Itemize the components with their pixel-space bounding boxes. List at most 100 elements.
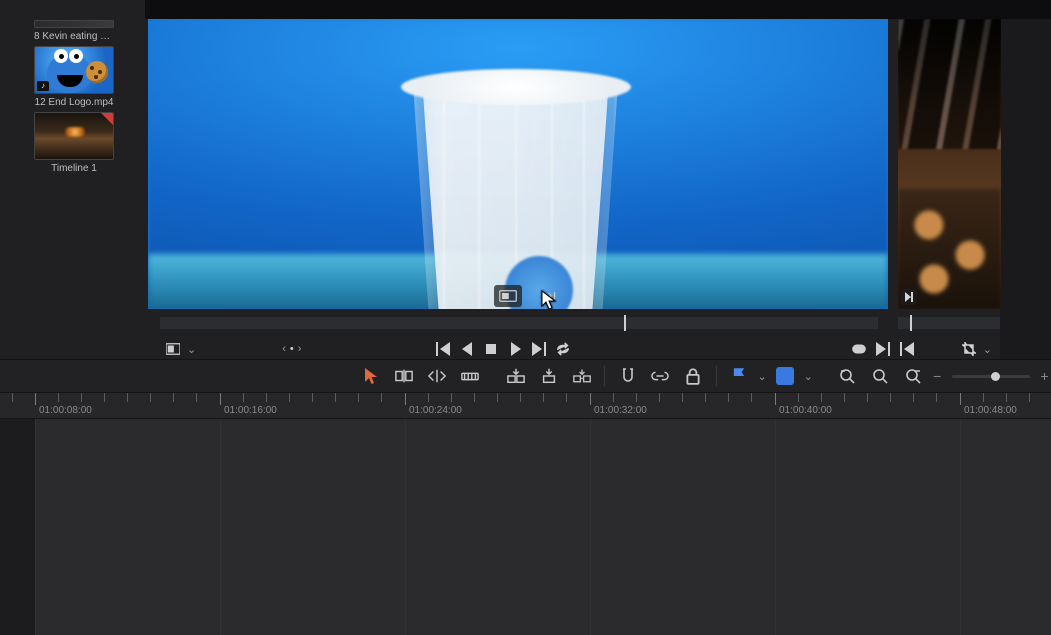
blade-tool-button[interactable] — [459, 364, 482, 388]
chevron-down-icon[interactable]: ⌄ — [983, 343, 992, 356]
zoom-slider[interactable] — [952, 375, 1030, 378]
ruler-tick — [35, 393, 36, 405]
selection-tool-button[interactable] — [360, 364, 383, 388]
playhead-marker[interactable] — [624, 315, 626, 331]
clip-color-button[interactable] — [774, 364, 797, 388]
media-clip[interactable]: 8 Kevin eating coo... — [34, 20, 114, 42]
ruler-minor-tick — [520, 393, 521, 402]
timeline-badge-icon — [101, 113, 113, 125]
ruler-tick — [590, 393, 591, 405]
ruler-tick — [405, 393, 406, 405]
ruler-minor-tick — [12, 393, 13, 402]
timecode-label: 01:00:48:00 — [964, 405, 1017, 416]
ruler-minor-tick — [798, 393, 799, 402]
ruler-minor-tick — [613, 393, 614, 402]
next-clip-button[interactable] — [874, 340, 892, 358]
timeline-scrubber[interactable] — [898, 317, 1000, 329]
source-viewer[interactable] — [148, 19, 888, 309]
timecode-label: 01:00:40:00 — [779, 405, 832, 416]
viewer-mode-button[interactable] — [164, 340, 182, 358]
ruler-minor-tick — [451, 393, 452, 402]
chevron-right-icon[interactable]: › — [298, 343, 302, 355]
jump-last-button[interactable] — [530, 340, 548, 358]
timecode-label: 01:00:16:00 — [224, 405, 277, 416]
ruler-minor-tick — [358, 393, 359, 402]
ruler-minor-tick — [381, 393, 382, 402]
ruler-minor-tick — [335, 393, 336, 402]
clip-label: Timeline 1 — [34, 163, 114, 174]
ruler-minor-tick — [81, 393, 82, 402]
media-pool: 8 Kevin eating coo... ♪ 12 End Logo.mp4 … — [0, 0, 145, 360]
clip-label: 12 End Logo.mp4 — [34, 97, 114, 108]
ruler-minor-tick — [636, 393, 637, 402]
ruler-minor-tick — [983, 393, 984, 402]
viewer-link-button[interactable] — [850, 340, 868, 358]
ruler-minor-tick — [682, 393, 683, 402]
timeline-tracks[interactable] — [0, 419, 1051, 635]
title-bar — [0, 0, 1051, 19]
crop-mode-button[interactable] — [960, 340, 978, 358]
ruler-minor-tick — [243, 393, 244, 402]
chevron-down-icon[interactable]: ⌄ — [187, 343, 196, 356]
ruler-minor-tick — [474, 393, 475, 402]
find-prev-button[interactable] — [837, 364, 860, 388]
chevron-left-icon[interactable]: ‹ — [282, 343, 286, 355]
ruler-minor-tick — [936, 393, 937, 402]
ruler-minor-tick — [844, 393, 845, 402]
prev-clip-button[interactable] — [898, 340, 916, 358]
insert-clip-button[interactable] — [505, 364, 528, 388]
jump-first-button[interactable] — [434, 340, 452, 358]
match-frame-button[interactable] — [494, 285, 522, 307]
flag-button[interactable] — [728, 364, 751, 388]
dynamic-trim-button[interactable] — [426, 364, 449, 388]
separator — [716, 366, 717, 386]
zoom-out-button[interactable]: − — [930, 368, 943, 384]
ruler-minor-tick — [751, 393, 752, 402]
zoom-in-button[interactable]: + — [1038, 368, 1051, 384]
ruler-minor-tick — [428, 393, 429, 402]
prev-frame-button[interactable] — [458, 340, 476, 358]
overwrite-clip-button[interactable] — [538, 364, 561, 388]
replace-clip-button[interactable] — [570, 364, 593, 388]
ruler-minor-tick — [913, 393, 914, 402]
timecode-label: 01:00:08:00 — [39, 405, 92, 416]
chevron-down-icon[interactable]: ⌄ — [758, 370, 767, 383]
ruler-minor-tick — [150, 393, 151, 402]
source-scrubber[interactable] — [160, 317, 878, 329]
ruler-tick — [220, 393, 221, 405]
ruler-minor-tick — [1029, 393, 1030, 402]
ruler-minor-tick — [127, 393, 128, 402]
timecode-label: 01:00:32:00 — [594, 405, 647, 416]
media-clip[interactable]: Timeline 1 — [34, 112, 114, 174]
viewer-panel: ⌄ ‹ • › ⌄ — [145, 19, 1000, 360]
find-next-button[interactable] — [903, 364, 926, 388]
ruler-minor-tick — [497, 393, 498, 402]
lock-toggle-button[interactable] — [682, 364, 705, 388]
timeline-viewer[interactable] — [898, 19, 1001, 309]
dot-icon: • — [290, 343, 294, 355]
ruler-minor-tick — [312, 393, 313, 402]
ruler-minor-tick — [867, 393, 868, 402]
media-clip[interactable]: ♪ 12 End Logo.mp4 — [34, 46, 114, 108]
snap-toggle-button[interactable] — [616, 364, 639, 388]
ruler-minor-tick — [104, 393, 105, 402]
ruler-tick — [960, 393, 961, 405]
loop-button[interactable] — [554, 340, 572, 358]
timecode-label: 01:00:24:00 — [409, 405, 462, 416]
chevron-down-icon[interactable]: ⌄ — [804, 370, 813, 383]
stop-button[interactable] — [482, 340, 500, 358]
link-toggle-button[interactable] — [649, 364, 672, 388]
separator — [604, 366, 605, 386]
next-edit-button[interactable] — [901, 289, 917, 305]
ruler-minor-tick — [266, 393, 267, 402]
timeline-ruler[interactable]: 01:00:08:00 01:00:16:00 01:00:24:00 01:00:3… — [0, 393, 1051, 419]
ruler-minor-tick — [821, 393, 822, 402]
find-button[interactable] — [870, 364, 893, 388]
play-button[interactable] — [506, 340, 524, 358]
clip-thumbnail — [34, 20, 114, 28]
zoom-thumb[interactable] — [991, 372, 1000, 381]
ruler-minor-tick — [728, 393, 729, 402]
trim-tool-button[interactable] — [393, 364, 416, 388]
playhead-marker[interactable] — [910, 315, 912, 331]
ruler-minor-tick — [289, 393, 290, 402]
